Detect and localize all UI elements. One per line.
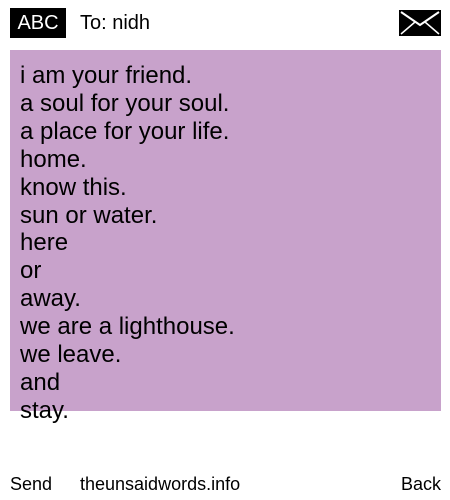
envelope-icon[interactable] [399, 10, 441, 36]
message-line: or [20, 257, 42, 285]
message-line: away. [20, 285, 81, 313]
message-line: home. [20, 145, 87, 173]
back-button[interactable]: Back [401, 472, 441, 496]
message-line: we leave. [20, 341, 122, 369]
send-button[interactable]: Send [10, 472, 52, 496]
message-line: sun or water. [20, 201, 158, 229]
message-line: a soul for your soul. [20, 89, 230, 117]
message-line: know this. [20, 173, 127, 201]
message-line: i am your friend. [20, 62, 193, 89]
message-line: a place for your life. [20, 117, 230, 145]
header-bar: ABC To: nidh [0, 0, 450, 46]
message-line: and [20, 368, 61, 396]
site-watermark: theunsaidwords.info [80, 474, 241, 494]
message-line: here [20, 229, 69, 257]
message-text: i am your friend. a soul for your soul. a … [20, 62, 235, 425]
recipient-label: To: nidh [80, 12, 151, 34]
message-line: stay. [20, 396, 69, 424]
sms-screen: ABC To: nidh i am your friend. a soul for… [0, 0, 450, 500]
message-line: we are a lighthouse. [20, 313, 235, 341]
input-mode-badge[interactable]: ABC [10, 8, 66, 38]
